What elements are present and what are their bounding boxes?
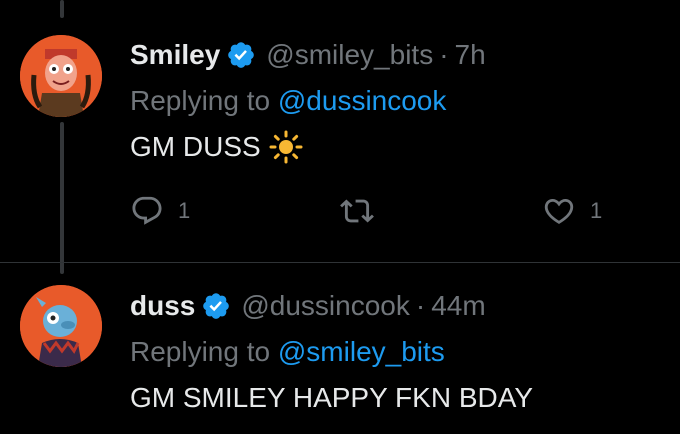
retweet-icon	[340, 199, 374, 223]
tweet-duss[interactable]: duss @dussincook · 44m Replying to @smil…	[0, 263, 680, 434]
timestamp[interactable]: 44m	[431, 289, 485, 323]
reply-count: 1	[178, 198, 191, 223]
mention-link[interactable]: @dussincook	[278, 85, 447, 116]
tweet-text: GM SMILEY HAPPY FKN BDAY	[130, 381, 533, 415]
replying-prefix: Replying to	[130, 336, 271, 367]
retweet-button[interactable]	[340, 194, 388, 228]
avatar[interactable]	[20, 285, 102, 367]
avatar-duss-image	[20, 285, 102, 367]
tweet-header: duss @dussincook · 44m	[130, 289, 486, 323]
mention-link[interactable]: @smiley_bits	[278, 336, 445, 367]
reply-button[interactable]: 1	[130, 194, 190, 228]
tweet-header: Smiley @smiley_bits · 7h	[130, 38, 486, 72]
tweet-text-content: GM SMILEY HAPPY FKN BDAY	[130, 382, 534, 413]
verified-badge-icon[interactable]	[226, 40, 256, 70]
verified-badge-icon[interactable]	[201, 291, 231, 321]
replying-to: Replying to @dussincook	[130, 84, 446, 118]
heart-icon	[544, 198, 574, 224]
replying-prefix: Replying to	[130, 85, 271, 116]
sun-icon	[269, 130, 303, 164]
handle[interactable]: @dussincook	[241, 289, 410, 323]
tweet-smiley[interactable]: Smiley @smiley_bits · 7h Replying to @du…	[0, 0, 680, 262]
tweet-text-content: GM DUSS	[130, 131, 261, 162]
like-count: 1	[590, 198, 603, 223]
like-button[interactable]: 1	[542, 194, 602, 228]
avatar-smiley-image	[20, 35, 102, 117]
display-name[interactable]: duss	[130, 289, 195, 323]
reply-icon	[132, 196, 162, 225]
separator: ·	[415, 290, 426, 321]
timestamp[interactable]: 7h	[455, 38, 486, 72]
replying-to: Replying to @smiley_bits	[130, 335, 445, 369]
tweet-text: GM DUSS	[130, 130, 303, 164]
handle[interactable]: @smiley_bits	[266, 38, 433, 72]
display-name[interactable]: Smiley	[130, 38, 220, 72]
separator: ·	[439, 39, 449, 70]
avatar[interactable]	[20, 35, 102, 117]
tweet-actions: 1 1	[130, 190, 630, 230]
